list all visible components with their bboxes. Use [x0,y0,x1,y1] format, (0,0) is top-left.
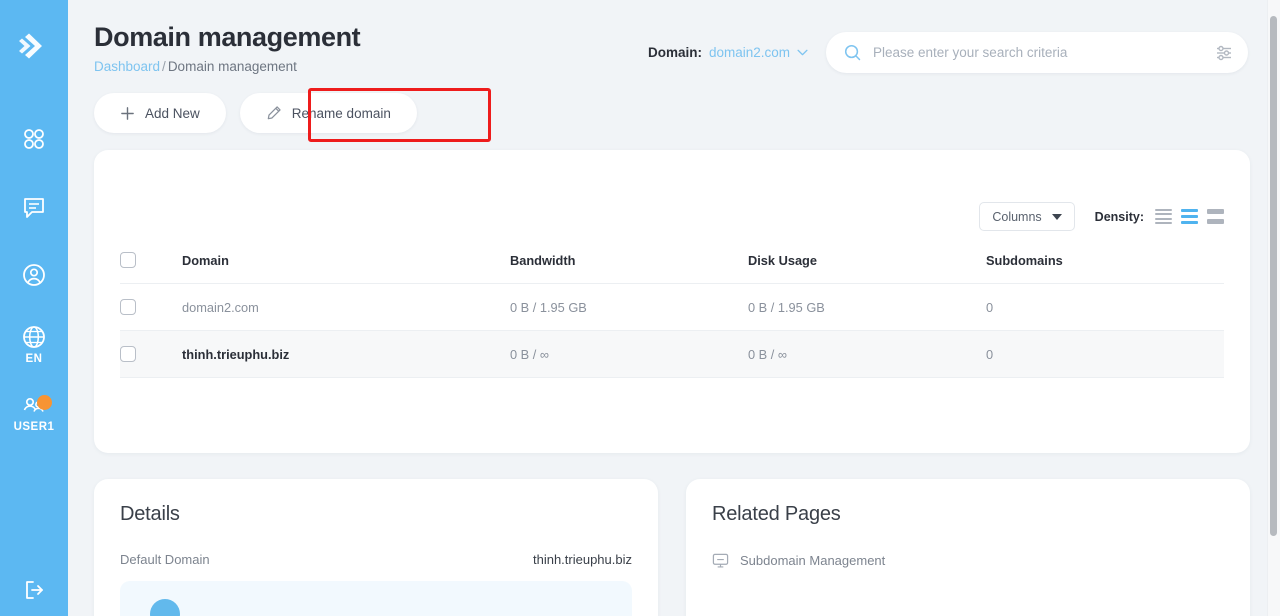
search-icon [844,44,861,61]
chevron-down-icon[interactable] [797,49,808,56]
logout-icon [22,578,46,602]
app-logo[interactable] [0,20,68,72]
notification-badge-dot [37,395,52,410]
domain-selector-label: Domain: [648,45,702,60]
bottom-cards-row: Details Default Domain thinh.trieuphu.bi… [94,479,1250,616]
sidebar: EN USER1 [0,0,68,616]
row-checkbox[interactable] [120,346,136,362]
row-bandwidth: 0 B / 1.95 GB [510,284,748,331]
column-header-domain[interactable]: Domain [182,243,510,284]
select-all-checkbox[interactable] [120,252,136,268]
detail-value: thinh.trieuphu.biz [533,552,632,567]
chevron-down-icon [1052,214,1062,220]
add-new-button-label: Add New [145,106,200,121]
details-info-panel [120,581,632,616]
sliders-filter-icon[interactable] [1214,43,1234,63]
detail-label: Default Domain [120,552,210,567]
sidebar-item-user-label: USER1 [14,421,55,433]
double-chevron-logo-icon [16,28,52,64]
row-bandwidth: 0 B / ∞ [510,331,748,378]
column-header-disk-usage[interactable]: Disk Usage [748,243,986,284]
user-circle-icon [21,262,47,288]
rename-domain-button-label: Rename domain [292,106,391,121]
domains-table-head: Domain Bandwidth Disk Usage Subdomains [120,243,1224,284]
density-label: Density: [1095,210,1144,224]
domain-selector[interactable]: Domain: domain2.com [648,45,808,60]
domains-table: Domain Bandwidth Disk Usage Subdomains d… [120,243,1224,378]
select-all-header [120,243,182,284]
page-scrollbar-thumb[interactable] [1270,16,1277,536]
table-header-row: Domain Bandwidth Disk Usage Subdomains [120,243,1224,284]
sidebar-item-language[interactable]: EN [0,310,68,378]
breadcrumb-separator: / [162,59,166,74]
breadcrumb-dashboard-link[interactable]: Dashboard [94,59,160,74]
density-control: Density: [1095,209,1224,224]
sidebar-item-user[interactable]: USER1 [0,378,68,446]
logout-button[interactable] [0,578,68,602]
pencil-icon [266,105,282,121]
globe-icon [21,324,47,350]
domains-table-body: domain2.com 0 B / 1.95 GB 0 B / 1.95 GB … [120,284,1224,378]
domain-selector-value[interactable]: domain2.com [709,45,790,60]
sidebar-item-account[interactable] [0,242,68,310]
row-checkbox-cell [120,284,182,331]
row-subdomains: 0 [986,284,1224,331]
main-content: Domain management Dashboard/Domain manag… [68,0,1280,616]
info-avatar-circle-icon [150,599,180,616]
sidebar-item-language-label: EN [26,353,43,365]
related-pages-card: Related Pages Subdomain Management [686,479,1250,616]
density-standard-icon[interactable] [1181,209,1198,224]
related-page-label: Subdomain Management [740,553,885,568]
density-compact-icon[interactable] [1155,209,1172,224]
search-input[interactable] [873,45,1214,60]
app-root: EN USER1 Domain management [0,0,1280,616]
columns-button-label: Columns [992,210,1041,224]
action-buttons-row: Add New Rename domain [94,93,1250,133]
row-checkbox-cell [120,331,182,378]
rename-domain-button[interactable]: Rename domain [240,93,417,133]
monitor-icon [712,552,729,569]
plus-icon [120,106,135,121]
row-subdomains: 0 [986,331,1224,378]
table-toolbar: Columns Density: [120,150,1224,231]
header-right-cluster: Domain: domain2.com [648,32,1248,73]
details-card-title: Details [120,503,632,526]
column-header-subdomains[interactable]: Subdomains [986,243,1224,284]
sidebar-item-dashboard[interactable] [0,106,68,174]
breadcrumb-current: Domain management [168,59,297,74]
table-row[interactable]: thinh.trieuphu.biz 0 B / ∞ 0 B / ∞ 0 [120,331,1224,378]
search-bar[interactable] [826,32,1248,73]
row-checkbox[interactable] [120,299,136,315]
details-card: Details Default Domain thinh.trieuphu.bi… [94,479,658,616]
column-header-bandwidth[interactable]: Bandwidth [510,243,748,284]
add-new-button[interactable]: Add New [94,93,226,133]
row-domain: thinh.trieuphu.biz [182,331,510,378]
page-scrollbar-track[interactable] [1267,0,1280,616]
columns-button[interactable]: Columns [979,202,1074,231]
density-comfortable-icon[interactable] [1207,209,1224,224]
row-disk-usage: 0 B / ∞ [748,331,986,378]
row-disk-usage: 0 B / 1.95 GB [748,284,986,331]
sidebar-item-chat[interactable] [0,174,68,242]
related-page-subdomain-management[interactable]: Subdomain Management [712,552,1224,569]
sidebar-nav: EN USER1 [0,106,68,446]
row-domain: domain2.com [182,284,510,331]
domains-table-card: Columns Density: Domain [94,150,1250,453]
table-row[interactable]: domain2.com 0 B / 1.95 GB 0 B / 1.95 GB … [120,284,1224,331]
grid-dashboard-icon [21,126,47,152]
chat-bubble-icon [21,194,47,220]
related-pages-card-title: Related Pages [712,503,1224,526]
detail-row-default-domain: Default Domain thinh.trieuphu.biz [120,552,632,567]
